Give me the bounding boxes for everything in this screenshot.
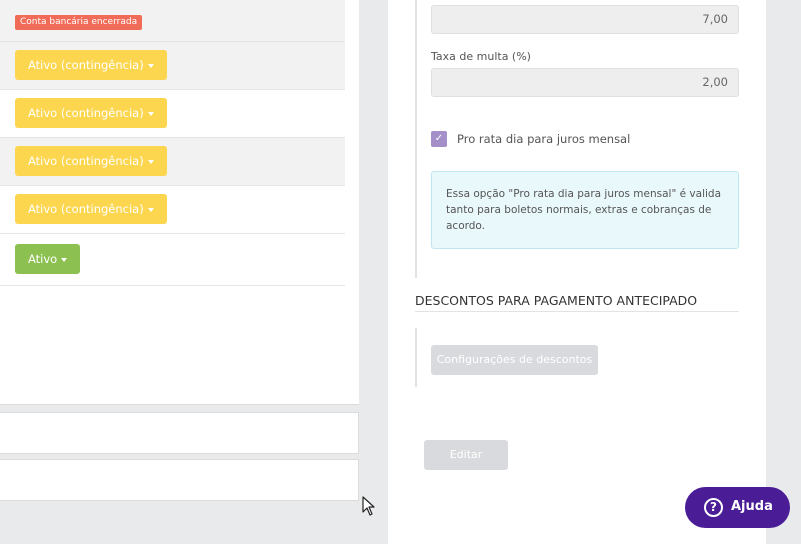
question-icon: ? — [704, 498, 723, 517]
table-row: Ativo — [0, 234, 345, 286]
collapsed-card[interactable] — [0, 412, 359, 454]
mouse-cursor-icon — [362, 496, 375, 516]
section-divider — [415, 328, 417, 387]
table-row: Ativo (contingência) — [0, 186, 345, 234]
caret-down-icon — [61, 257, 68, 262]
interest-rate-field[interactable]: 7,00 — [431, 5, 739, 34]
discount-settings-button[interactable]: Configurações de descontos — [431, 345, 598, 375]
status-dropdown-button[interactable]: Ativo (contingência) — [15, 50, 167, 80]
status-dropdown-button[interactable]: Ativo — [15, 244, 81, 274]
section-divider — [415, 0, 417, 278]
table-row: Ativo (contingência) — [0, 42, 345, 90]
caret-down-icon — [147, 111, 154, 116]
table-row: Ativo (contingência) — [0, 138, 345, 186]
status-label: Ativo (contingência) — [28, 106, 144, 120]
caret-down-icon — [147, 159, 154, 164]
caret-down-icon — [147, 63, 154, 68]
status-label: Ativo (contingência) — [28, 58, 144, 72]
collapsed-card[interactable] — [0, 459, 359, 501]
status-dropdown-button[interactable]: Ativo (contingência) — [15, 146, 167, 176]
pro-rata-label: Pro rata dia para juros mensal — [457, 132, 631, 146]
help-button[interactable]: ? Ajuda — [685, 487, 790, 528]
edit-button[interactable]: Editar — [424, 440, 508, 470]
pro-rata-checkbox[interactable]: ✓ — [431, 131, 447, 147]
pro-rata-info-box: Essa opção "Pro rata dia para juros mens… — [431, 171, 739, 249]
table-row: Ativo (contingência) — [0, 90, 345, 138]
fine-rate-label: Taxa de multa (%) — [431, 50, 531, 63]
closed-account-badge: Conta bancária encerrada — [15, 15, 143, 30]
status-label: Ativo — [28, 252, 58, 266]
caret-down-icon — [147, 207, 154, 212]
status-dropdown-button[interactable]: Ativo (contingência) — [15, 98, 167, 128]
discounts-section-title: DESCONTOS PARA PAGAMENTO ANTECIPADO — [415, 293, 739, 312]
accounts-list-card: Conta bancária encerrada Ativo (contingê… — [0, 0, 359, 405]
table-row: Conta bancária encerrada — [0, 0, 345, 42]
fine-rate-field[interactable]: 2,00 — [431, 68, 739, 97]
bank-settings-panel: 7,00 Taxa de multa (%) 2,00 ✓ Pro rata d… — [388, 0, 766, 544]
status-dropdown-button[interactable]: Ativo (contingência) — [15, 194, 167, 224]
status-label: Ativo (contingência) — [28, 202, 144, 216]
status-label: Ativo (contingência) — [28, 154, 144, 168]
help-label: Ajuda — [731, 499, 773, 514]
